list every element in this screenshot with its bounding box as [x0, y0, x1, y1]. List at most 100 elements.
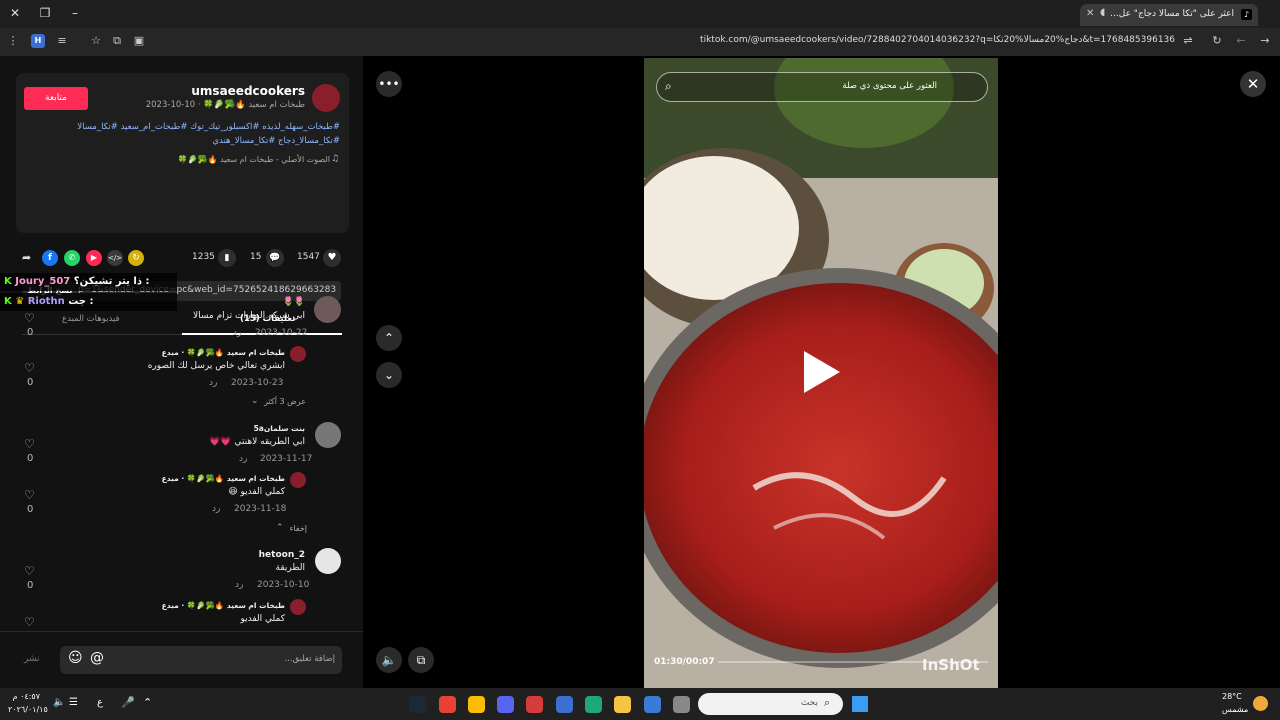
active-browser-icon[interactable]	[556, 696, 573, 713]
close-video-icon[interactable]: ✕	[1240, 71, 1266, 97]
language-indicator[interactable]: ع	[97, 697, 103, 708]
post-comment-button[interactable]: نشر	[24, 654, 40, 664]
menu-dots-icon[interactable]: ⋮	[6, 34, 20, 48]
reply-author[interactable]: طبخات ام سعيد 🔥🥦🥬🍀 · مبدع	[162, 601, 285, 610]
clock-date[interactable]: ٢٠٢٦/٠١/١٥	[8, 705, 48, 714]
restore-window-icon[interactable]: ❐	[34, 4, 56, 22]
app-green-icon[interactable]	[585, 696, 602, 713]
file-explorer-icon[interactable]	[614, 696, 631, 713]
wifi-icon[interactable]: ☰	[69, 697, 78, 708]
follow-button[interactable]: متابعة	[24, 87, 88, 110]
volume-icon[interactable]: 🔈	[376, 647, 402, 673]
comment-author[interactable]: بنت سلمان5a	[254, 424, 305, 433]
reply-button[interactable]: رد	[209, 378, 217, 388]
whatsapp-icon[interactable]: ✆	[64, 250, 80, 266]
video-player[interactable]: العثور على محتوى ذي صلة ⌕ 01:30/00:07 In…	[644, 58, 998, 688]
chevron-up-icon[interactable]: ⌃	[276, 523, 284, 533]
steam-icon[interactable]	[409, 696, 426, 713]
comment-author[interactable]: hetoon_2	[259, 550, 305, 560]
tab-creator-videos[interactable]: فيديوهات المبدع	[62, 314, 120, 324]
previous-video-icon[interactable]: ⌃	[376, 325, 402, 351]
reply-button[interactable]: رد	[212, 504, 220, 514]
taskbar-search[interactable]: بحث ⌕	[698, 693, 843, 715]
play-icon[interactable]	[804, 351, 840, 393]
search-icon[interactable]: ⌕	[665, 79, 672, 94]
comment-bubble-icon[interactable]: 💬	[266, 249, 284, 267]
creator-username[interactable]: umsaeedcookers	[150, 84, 305, 98]
chrome-icon[interactable]	[439, 696, 456, 713]
facebook-icon[interactable]: f	[42, 250, 58, 266]
site-settings-icon[interactable]: ⇌	[1181, 34, 1195, 48]
description-line-1[interactable]: #طبخات_سهله_لذيذه #اكسبلور_تيك_توك #طبخا…	[26, 122, 340, 132]
chevron-down-icon[interactable]: ⌄	[251, 396, 259, 406]
commenter-avatar[interactable]	[314, 296, 341, 323]
comment-input-placeholder: إضافة تعليق...	[284, 654, 335, 664]
clock-time[interactable]: ٠٤:٥٧ م	[8, 692, 40, 701]
discord-icon[interactable]	[497, 696, 514, 713]
bookmark-icon[interactable]: ▮	[218, 249, 236, 267]
reply-author[interactable]: طبخات ام سعيد 🔥🥦🥬🍀 · مبدع	[162, 474, 285, 483]
reply-author[interactable]: طبخات ام سعيد 🔥🥦🥬🍀 · مبدع	[162, 348, 285, 357]
translate-icon[interactable]: ⧉	[110, 34, 124, 48]
embed-icon[interactable]: </>	[107, 250, 123, 266]
extension-icon[interactable]: H	[31, 34, 45, 48]
comment-heart-icon[interactable]: ♡	[24, 361, 35, 375]
related-search-box[interactable]: العثور على محتوى ذي صلة ⌕	[656, 72, 988, 102]
forward-icon[interactable]: ←	[1234, 34, 1248, 48]
reading-list-icon[interactable]: ≡	[55, 34, 69, 48]
creator-avatar[interactable]	[312, 84, 340, 112]
close-window-icon[interactable]: ✕	[4, 4, 26, 22]
windows-start-icon[interactable]	[852, 696, 868, 712]
weather-temp[interactable]: 28°C	[1222, 692, 1250, 701]
share-arrow-icon[interactable]: ➦	[22, 251, 31, 264]
picture-in-picture-icon[interactable]: ⧉	[408, 647, 434, 673]
comment-heart-icon[interactable]: ♡	[24, 615, 35, 629]
comment-input[interactable]: إضافة تعليق... ☺ @	[60, 646, 342, 674]
store-icon[interactable]	[644, 696, 661, 713]
weather-desc[interactable]: مشمس	[1222, 705, 1250, 714]
search-icon[interactable]: ⌕	[824, 696, 830, 710]
url-field[interactable]: tiktok.com/@umsaeedcookers/video/7288402…	[600, 35, 1175, 45]
bookmark-star-icon[interactable]: ☆	[89, 34, 103, 48]
like-heart-icon[interactable]: ♥	[323, 249, 341, 267]
music-label[interactable]: الصوت الأصلي - طبخات ام سعيد 🔥🥦🥬🍀	[100, 155, 330, 164]
creator-reply-avatar[interactable]	[290, 472, 306, 488]
comment-heart-icon[interactable]: ♡	[24, 437, 35, 451]
hide-replies[interactable]: إخفاء	[290, 524, 307, 533]
comment-heart-icon[interactable]: ♡	[24, 311, 35, 325]
reload-icon[interactable]: ↻	[1210, 34, 1224, 48]
back-icon[interactable]: →	[1258, 34, 1272, 48]
tab-tiktok[interactable]: ♪ اعثر على "تكا مسالا دجاج" عل... ◖ ✕	[1080, 4, 1258, 26]
chrome-profile-icon[interactable]	[468, 696, 485, 713]
more-options-icon[interactable]: •••	[376, 71, 402, 97]
commenter-avatar[interactable]	[315, 422, 341, 448]
music-note-icon: ♫	[331, 154, 340, 164]
comment-heart-icon[interactable]: ♡	[24, 488, 35, 502]
tray-overflow-icon[interactable]: ⌃	[143, 696, 152, 709]
reply-button[interactable]: رد	[239, 454, 247, 464]
reply-button[interactable]: رد	[233, 328, 241, 338]
app-icon[interactable]	[526, 696, 543, 713]
weather-sun-icon[interactable]	[1253, 696, 1268, 711]
comment-author[interactable]: 🌷🌷	[283, 297, 305, 307]
microphone-icon[interactable]: 🎤	[121, 696, 135, 709]
speaker-icon[interactable]: ◖	[1100, 7, 1105, 18]
screenshot-icon[interactable]: ▣	[132, 34, 146, 48]
creator-reply-avatar[interactable]	[290, 346, 306, 362]
task-view-icon[interactable]	[673, 696, 690, 713]
comment-heart-icon[interactable]: ♡	[24, 564, 35, 578]
volume-tray-icon[interactable]: 🔈	[53, 697, 65, 708]
mention-icon[interactable]: @	[90, 650, 104, 666]
close-tab-icon[interactable]: ✕	[1086, 8, 1094, 19]
reply-date: 2023-11-18	[234, 504, 287, 514]
description-line-2[interactable]: #تكا_مسالا_دجاج #تكا_مسالا_هندي	[26, 136, 340, 146]
minimize-window-icon[interactable]: –	[64, 4, 86, 22]
emoji-icon[interactable]: ☺	[68, 650, 83, 666]
next-video-icon[interactable]: ⌄	[376, 362, 402, 388]
view-more-replies[interactable]: عرض 3 أكثر	[264, 397, 306, 406]
reply-button[interactable]: رد	[235, 580, 243, 590]
send-friends-icon[interactable]: ▶	[86, 250, 102, 266]
creator-reply-avatar[interactable]	[290, 599, 306, 615]
repost-icon[interactable]: ↻	[128, 250, 144, 266]
commenter-avatar[interactable]	[315, 548, 341, 574]
